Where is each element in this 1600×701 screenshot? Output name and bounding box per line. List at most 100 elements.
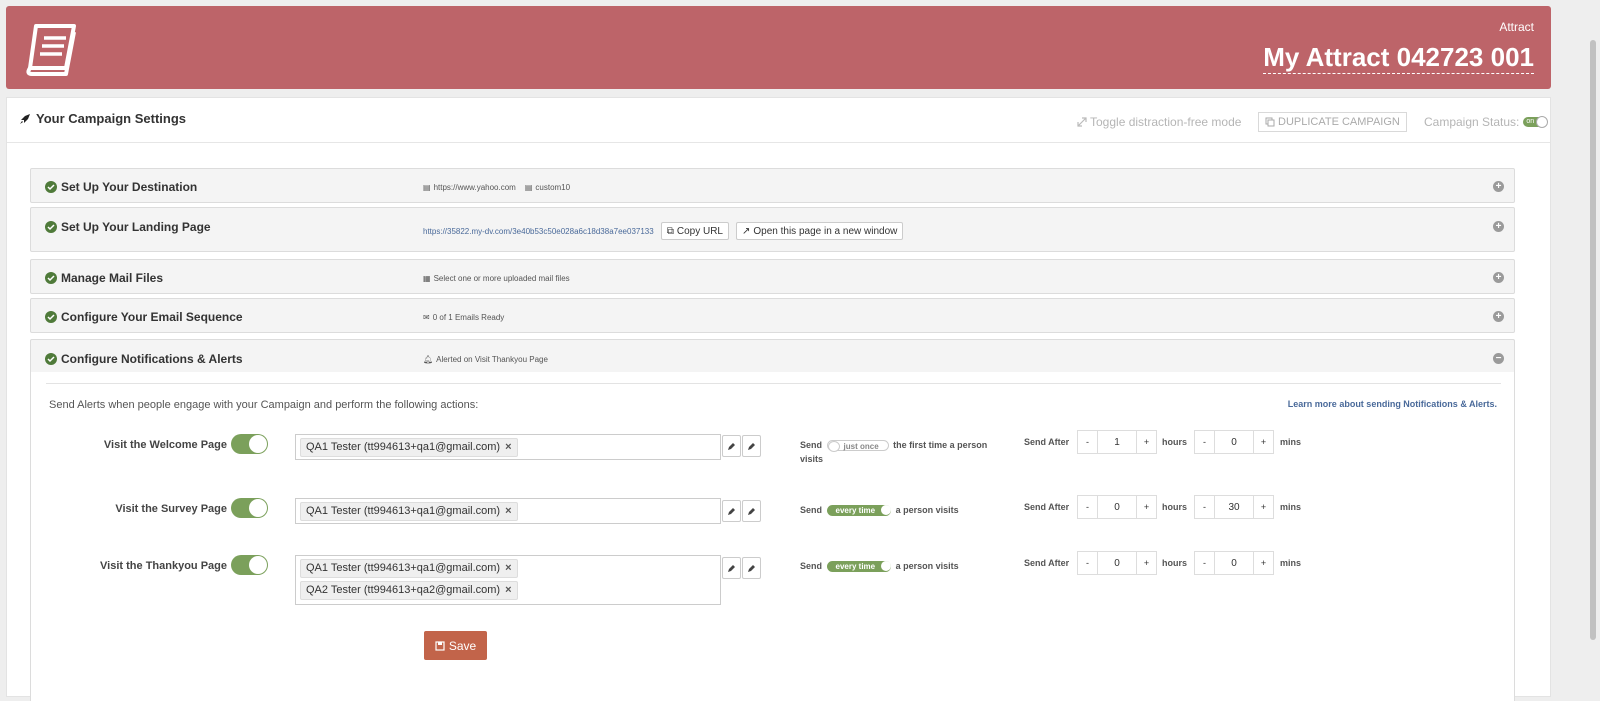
check-circle-icon (45, 311, 57, 323)
recipient-name: QA1 Tester (tt994613+qa1@gmail.com) (306, 562, 501, 574)
hours-value[interactable]: 0 (1098, 496, 1136, 518)
recipient-tag: QA1 Tester (tt994613+qa1@gmail.com) × (300, 502, 518, 521)
hours-value[interactable]: 1 (1098, 431, 1136, 453)
edit-button[interactable] (722, 500, 741, 522)
duplicate-campaign-button[interactable]: DUPLICATE CAMPAIGN (1258, 112, 1407, 132)
frequency-toggle[interactable]: every time (826, 505, 892, 517)
decrement-button[interactable]: - (1195, 431, 1215, 453)
remove-icon[interactable]: × (505, 584, 511, 596)
decrement-button[interactable]: - (1078, 552, 1098, 574)
mins-label: mins (1280, 437, 1302, 447)
frequency-suffix-line2: visits (800, 454, 824, 464)
recipient-tag: QA1 Tester (tt994613+qa1@gmail.com) × (300, 559, 518, 578)
recipient-select-welcome[interactable]: QA1 Tester (tt994613+qa1@gmail.com) × (295, 434, 721, 460)
edit-button[interactable] (742, 435, 761, 457)
expand-plus-icon[interactable]: + (1493, 221, 1504, 232)
mins-value[interactable]: 0 (1215, 552, 1253, 574)
remove-icon[interactable]: × (505, 441, 511, 453)
send-word: Send (800, 505, 823, 515)
increment-button[interactable]: + (1253, 431, 1273, 453)
section-title: Set Up Your Destination (45, 180, 197, 194)
alert-toggle-welcome[interactable] (231, 434, 268, 454)
increment-button[interactable]: + (1136, 552, 1156, 574)
section-title: Set Up Your Landing Page (45, 220, 211, 234)
book-logo-icon (26, 24, 76, 76)
copy-url-label: Copy URL (676, 225, 723, 237)
alert-toggle-survey[interactable] (231, 498, 268, 518)
destination-custom: custom10 (535, 183, 571, 192)
decrement-button[interactable]: - (1078, 496, 1098, 518)
section-title: Configure Notifications & Alerts (45, 352, 243, 366)
section-title: Configure Your Email Sequence (45, 310, 243, 324)
learn-more-link[interactable]: Learn more about sending Notifications &… (1288, 399, 1497, 409)
open-page-button[interactable]: ↗ Open this page in a new window (735, 222, 904, 240)
check-circle-icon (45, 272, 57, 284)
edit-button[interactable] (722, 435, 741, 457)
pencil-icon (728, 442, 735, 450)
section-title: Manage Mail Files (45, 271, 163, 285)
alert-row-label: Visit the Thankyou Page (100, 560, 227, 572)
section-landing-page[interactable]: Set Up Your Landing Page https://35822.m… (30, 207, 1515, 252)
pencil-icon (728, 564, 735, 572)
section-mail-files[interactable]: Manage Mail Files ▦ Select one or more u… (30, 259, 1515, 294)
email-sequence-info: 0 of 1 Emails Ready (432, 313, 505, 322)
section-title-text: Manage Mail Files (61, 271, 164, 285)
expand-plus-icon[interactable]: + (1493, 181, 1504, 192)
destination-url: https://www.yahoo.com (433, 183, 516, 192)
pencil-icon (748, 442, 755, 450)
divider (46, 383, 1501, 384)
landing-page-url[interactable]: https://35822.my-dv.com/3e40b53c50e028a6… (423, 227, 654, 236)
campaign-status: Campaign Status: on (1424, 115, 1549, 129)
send-after-label: Send After (1024, 502, 1070, 512)
increment-button[interactable]: + (1253, 552, 1273, 574)
recipient-tag: QA2 Tester (tt994613+qa2@gmail.com) × (300, 581, 518, 600)
mins-value[interactable]: 0 (1215, 431, 1253, 453)
notifications-info: Alerted on Visit Thankyou Page (436, 355, 548, 364)
page-scrollbar[interactable] (1590, 40, 1596, 640)
recipient-select-survey[interactable]: QA1 Tester (tt994613+qa1@gmail.com) × (295, 498, 721, 524)
pencil-icon (748, 564, 755, 572)
toggle-distraction-free[interactable]: Toggle distraction-free mode (1077, 115, 1241, 129)
campaign-status-toggle[interactable]: on (1523, 116, 1549, 128)
campaign-header: Attract My Attract 042723 001 (6, 6, 1551, 89)
frequency-suffix: a person visits (895, 561, 959, 571)
copy-icon (1265, 117, 1275, 127)
collapse-minus-icon[interactable]: − (1493, 353, 1504, 364)
mins-stepper: -30 + (1194, 495, 1274, 519)
campaign-name[interactable]: My Attract 042723 001 (1263, 42, 1534, 74)
edit-button[interactable] (722, 557, 741, 579)
save-label: Save (448, 638, 477, 653)
frequency-toggle[interactable]: every time (826, 561, 892, 573)
send-after-label: Send After (1024, 437, 1070, 447)
section-title-text: Configure Notifications & Alerts (61, 352, 243, 366)
save-button[interactable]: Save (424, 631, 487, 660)
alert-toggle-thankyou[interactable] (231, 555, 268, 575)
mins-stepper: -0 + (1194, 551, 1274, 575)
copy-url-button[interactable]: ⧉ Copy URL (660, 222, 729, 240)
expand-plus-icon[interactable]: + (1493, 311, 1504, 322)
section-destination[interactable]: Set Up Your Destination ▤ https://www.ya… (30, 168, 1515, 203)
section-email-sequence[interactable]: Configure Your Email Sequence ✉ 0 of 1 E… (30, 298, 1515, 333)
mins-value[interactable]: 30 (1215, 496, 1253, 518)
increment-button[interactable]: + (1136, 431, 1156, 453)
check-circle-icon (45, 221, 57, 233)
decrement-button[interactable]: - (1078, 431, 1098, 453)
remove-icon[interactable]: × (505, 562, 511, 574)
hours-stepper: -0 + (1077, 551, 1157, 575)
decrement-button[interactable]: - (1195, 552, 1215, 574)
mins-label: mins (1280, 558, 1302, 568)
expand-plus-icon[interactable]: + (1493, 272, 1504, 283)
check-circle-icon (45, 181, 57, 193)
frequency-toggle[interactable]: just once (826, 440, 889, 453)
edit-button[interactable] (742, 500, 761, 522)
increment-button[interactable]: + (1136, 496, 1156, 518)
increment-button[interactable]: + (1253, 496, 1273, 518)
recipient-select-thankyou[interactable]: QA1 Tester (tt994613+qa1@gmail.com) × QA2… (295, 555, 721, 605)
hours-value[interactable]: 0 (1098, 552, 1136, 574)
recipient-name: QA2 Tester (tt994613+qa2@gmail.com) (306, 584, 501, 596)
decrement-button[interactable]: - (1195, 496, 1215, 518)
remove-icon[interactable]: × (505, 505, 511, 517)
edit-button[interactable] (742, 557, 761, 579)
app-label: Attract (1499, 20, 1534, 34)
floppy-disk-icon (435, 640, 445, 651)
